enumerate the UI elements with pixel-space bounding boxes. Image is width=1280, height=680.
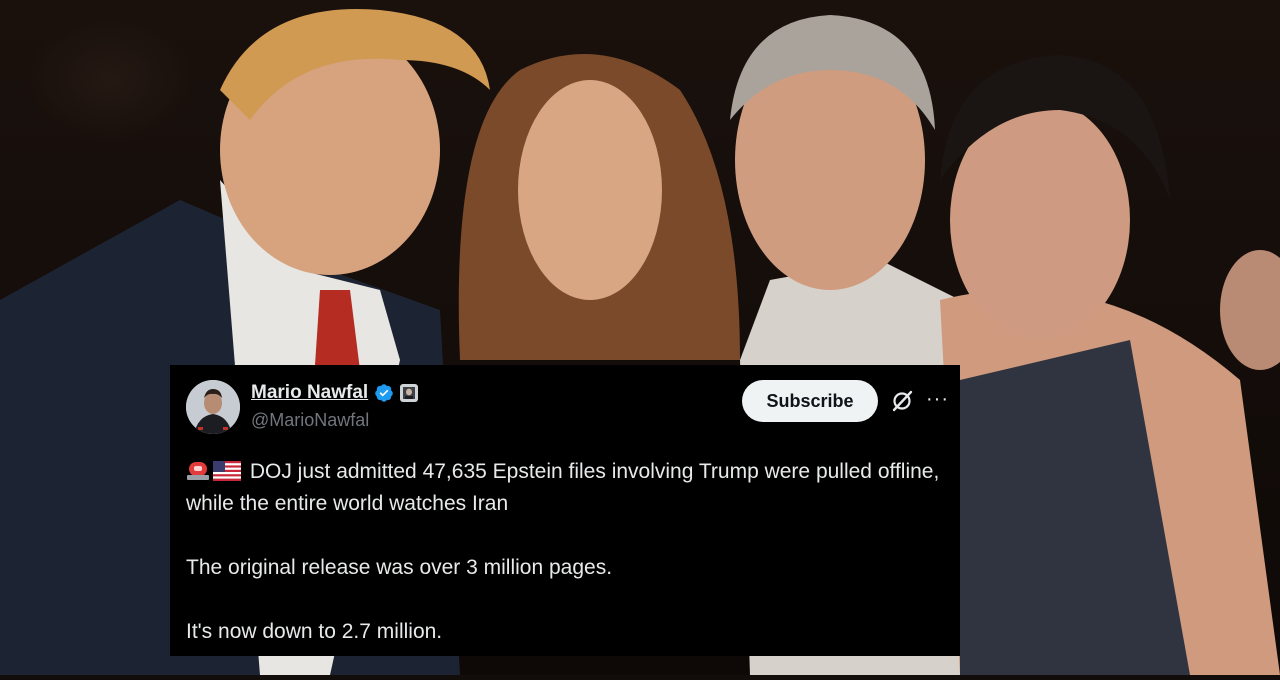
avatar-image — [186, 380, 240, 434]
tweet-text: DOJ just admitted 47,635 Epstein files i… — [186, 456, 956, 680]
affiliate-badge-icon[interactable] — [400, 384, 419, 402]
affiliate-badge-glyph — [403, 387, 416, 399]
tweet-text-line-3: It's now down to 2.7 million. — [186, 620, 443, 643]
author-handle[interactable]: @MarioNawfal — [251, 410, 369, 431]
grok-icon[interactable] — [890, 389, 914, 413]
display-name[interactable]: Mario Nawfal — [251, 382, 368, 404]
subscribe-button[interactable]: Subscribe — [742, 380, 878, 422]
tweet-card[interactable]: Mario Nawfal @MarioNawfal Subscribe ··· — [170, 365, 960, 656]
author-name-row: Mario Nawfal — [251, 382, 419, 404]
tweet-paragraph-2: The original release was over 3 million … — [186, 552, 956, 584]
more-options-icon[interactable]: ··· — [926, 389, 949, 409]
tweet-paragraph-3: It's now down to 2.7 million. — [186, 616, 956, 648]
avatar[interactable] — [186, 380, 240, 434]
us-flag-icon — [213, 461, 241, 481]
tweet-paragraph-1: DOJ just admitted 47,635 Epstein files i… — [186, 456, 956, 520]
tweet-text-line-2: The original release was over 3 million … — [186, 556, 613, 579]
police-siren-icon — [187, 462, 209, 480]
tweet-text-line-1: DOJ just admitted 47,635 Epstein files i… — [186, 460, 940, 515]
verified-badge-icon[interactable] — [374, 383, 394, 403]
